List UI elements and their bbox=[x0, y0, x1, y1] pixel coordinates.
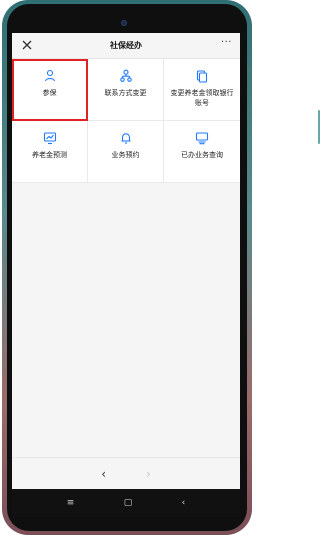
menu-button[interactable]: ≡ bbox=[67, 498, 75, 508]
front-camera bbox=[121, 20, 127, 26]
grid-item-label: 联系方式变更 bbox=[104, 89, 147, 97]
system-back-button[interactable]: ‹ bbox=[182, 498, 186, 508]
more-menu-button[interactable]: ··· bbox=[221, 37, 232, 48]
grid-item-contact-change[interactable]: 联系方式变更 bbox=[88, 59, 164, 121]
grid-item-enrollment[interactable]: 参保 bbox=[12, 59, 88, 121]
grid-item-label: 已办业务查询 bbox=[181, 151, 223, 159]
org-tree-icon bbox=[119, 69, 132, 82]
back-button[interactable]: ‹ bbox=[101, 467, 106, 481]
grid-item-appointment[interactable]: 业务预约 bbox=[88, 121, 164, 183]
page-title: 社保经办 bbox=[110, 41, 142, 50]
title-bar: 社保经办 ··· bbox=[12, 33, 240, 59]
home-button[interactable]: ▢ bbox=[124, 498, 133, 508]
close-icon[interactable] bbox=[20, 38, 34, 52]
grid-item-pension-forecast[interactable]: 养老金预测 bbox=[12, 121, 88, 183]
forward-button[interactable]: › bbox=[146, 467, 151, 481]
grid-item-pension-bank-account[interactable]: 变更养老金领取银行账号 bbox=[164, 59, 240, 121]
monitor-list-icon bbox=[195, 132, 209, 145]
service-grid: 参保 联系方式变更 变更养老金领取银行账号 养老金预测 业务预约 已办业务查询 bbox=[12, 59, 240, 183]
chart-monitor-icon bbox=[43, 132, 56, 145]
grid-item-label: 业务预约 bbox=[111, 151, 140, 159]
grid-item-label: 养老金预测 bbox=[32, 151, 67, 159]
bell-icon bbox=[121, 133, 130, 144]
user-icon bbox=[44, 69, 55, 82]
grid-item-label: 参保 bbox=[42, 89, 57, 97]
grid-item-label: 变更养老金领取银行账号 bbox=[170, 89, 234, 107]
system-nav-bar: ≡ ▢ ‹ bbox=[12, 489, 240, 517]
webview-nav-bar: ‹ › bbox=[12, 457, 240, 489]
app-screen: 社保经办 ··· 参保 联系方式变更 变更养老金领取银行账号 养老金预测 业务预… bbox=[12, 33, 240, 489]
documents-icon bbox=[196, 70, 208, 83]
grid-item-completed-query[interactable]: 已办业务查询 bbox=[164, 121, 240, 183]
content-area bbox=[12, 183, 240, 461]
